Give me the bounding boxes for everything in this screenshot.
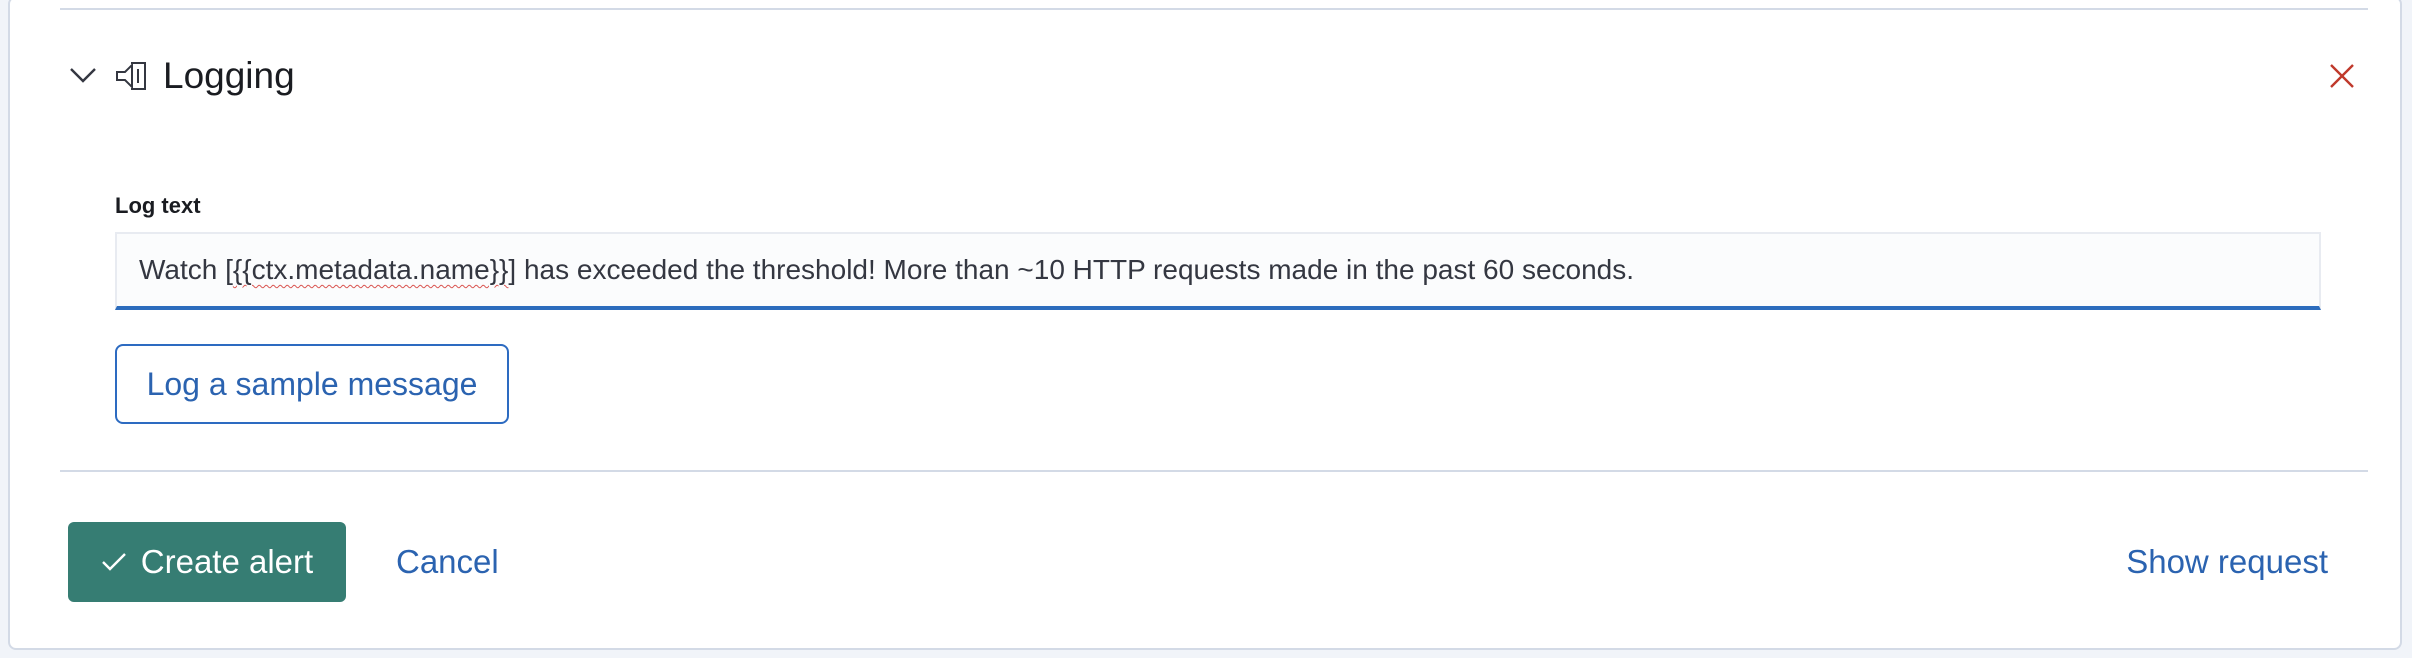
logging-icon — [116, 62, 146, 90]
log-text-input[interactable]: Watch [{{ctx.metadata.name}}] has exceed… — [115, 232, 2321, 310]
log-text-variable: {{ctx.metadata.name}} — [232, 254, 509, 285]
log-text-label: Log text — [115, 193, 201, 218]
section-title: Logging — [163, 55, 295, 96]
log-text-suffix: ] has exceeded the threshold! More than … — [508, 254, 1635, 285]
cancel-button[interactable]: Cancel — [396, 534, 499, 590]
action-panel: Logging Log text Watch [{{ctx.metadata.n… — [8, 0, 2402, 650]
top-divider — [60, 8, 2368, 10]
chevron-down-icon[interactable] — [68, 64, 98, 86]
close-icon[interactable] — [2328, 62, 2356, 90]
create-alert-label: Create alert — [140, 543, 314, 580]
check-icon — [101, 553, 126, 571]
show-request-button[interactable]: Show request — [2126, 534, 2328, 590]
log-text-prefix: Watch [ — [139, 254, 233, 285]
footer-divider — [60, 470, 2368, 472]
create-alert-button[interactable]: Create alert — [68, 522, 346, 602]
log-sample-message-button[interactable]: Log a sample message — [115, 344, 509, 424]
